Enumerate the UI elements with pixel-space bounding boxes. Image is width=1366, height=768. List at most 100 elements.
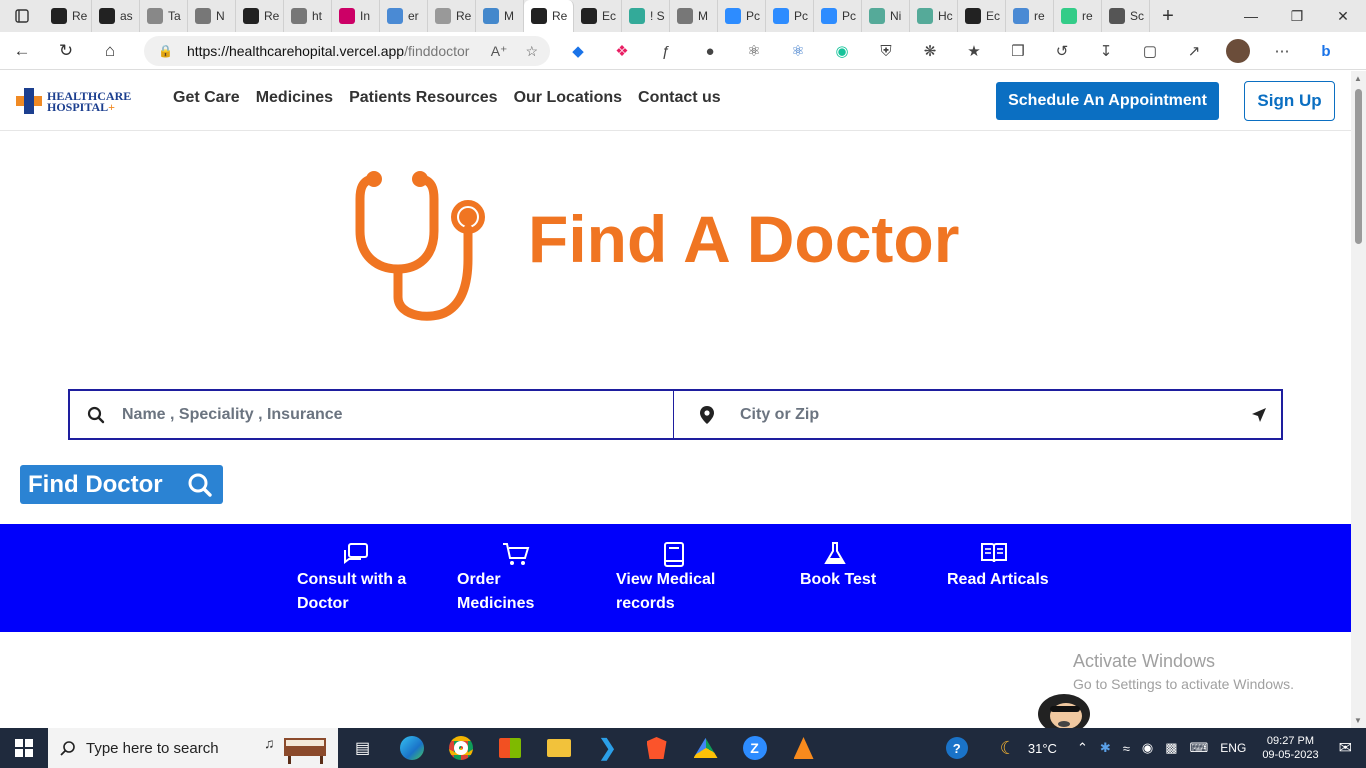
new-tab-button[interactable]: +	[1150, 5, 1186, 28]
sign-up-button[interactable]: Sign Up	[1244, 81, 1335, 121]
doctor-search-input[interactable]	[122, 391, 673, 438]
browser-tab[interactable]: Re	[44, 0, 92, 32]
browser-tab[interactable]: Ec	[574, 0, 622, 32]
collections-icon[interactable]: ❒	[996, 42, 1040, 60]
browser-tab[interactable]: ht	[284, 0, 332, 32]
browser-tab[interactable]: Pc	[766, 0, 814, 32]
refresh-button[interactable]: ↻	[44, 32, 88, 70]
tab-actions-icon[interactable]	[0, 0, 44, 32]
quick-link-medicines[interactable]: Order Medicines	[457, 542, 577, 616]
extension-shield-icon[interactable]: ⛨	[864, 43, 908, 60]
screenshot-icon[interactable]: ▢	[1128, 42, 1172, 60]
back-button[interactable]: ←	[0, 32, 44, 70]
help-icon[interactable]: ?	[940, 737, 974, 759]
extensions-puzzle-icon[interactable]: ❋	[908, 42, 952, 60]
extension-fx-icon[interactable]: ƒ	[644, 43, 688, 60]
keyboard-icon[interactable]: ⌨	[1184, 740, 1215, 756]
nav-link-our-locations[interactable]: Our Locations	[514, 89, 622, 107]
windows-start-icon[interactable]	[0, 728, 48, 768]
extension-circle-icon[interactable]: ●	[688, 43, 732, 60]
address-bar[interactable]: 🔒 https://healthcarehopital.vercel.app/f…	[144, 36, 550, 66]
read-aloud-icon[interactable]: A⁺	[491, 43, 508, 60]
quick-link-consult[interactable]: Consult with a Doctor	[297, 542, 417, 616]
browser-tab-label: Sc	[1130, 9, 1145, 23]
bluetooth-icon[interactable]: ✱	[1094, 740, 1117, 756]
extension-grammarly-icon[interactable]: ◉	[820, 42, 864, 60]
vscode-icon[interactable]: ❯	[583, 728, 632, 768]
close-window-button[interactable]: ✕	[1320, 0, 1366, 32]
weather-moon-icon[interactable]: ☾	[974, 738, 1022, 759]
battery-icon[interactable]: ▩	[1159, 740, 1183, 756]
browser-tab[interactable]: M	[476, 0, 524, 32]
nav-link-contact-us[interactable]: Contact us	[638, 89, 721, 107]
bing-chat-icon[interactable]: b	[1304, 43, 1348, 60]
schedule-appointment-button[interactable]: Schedule An Appointment	[996, 82, 1219, 120]
location-input[interactable]	[740, 391, 1237, 438]
locate-me-icon[interactable]	[1237, 407, 1281, 423]
extension-atom-icon[interactable]: ⚛	[776, 42, 820, 60]
more-options-icon[interactable]: ⋯	[1260, 42, 1304, 60]
taskbar-clock[interactable]: 09:27 PM 09-05-2023	[1252, 734, 1328, 762]
browser-tab[interactable]: Re	[236, 0, 284, 32]
browser-tab[interactable]: In	[332, 0, 380, 32]
restore-button[interactable]: ❐	[1274, 0, 1320, 32]
browser-tab[interactable]: N	[188, 0, 236, 32]
favorites-icon[interactable]: ★	[952, 42, 996, 60]
history-icon[interactable]: ↺	[1040, 42, 1084, 60]
browser-tab[interactable]: Ta	[140, 0, 188, 32]
browser-tab[interactable]: M	[670, 0, 718, 32]
scrollbar-thumb[interactable]	[1355, 89, 1362, 244]
find-doctor-button[interactable]: Find Doctor	[20, 465, 223, 504]
downloads-icon[interactable]: ↧	[1084, 42, 1128, 60]
page-scrollbar[interactable]: ▲ ▼	[1351, 71, 1366, 728]
react-icon	[531, 8, 547, 24]
browser-tab[interactable]: Ec	[958, 0, 1006, 32]
brave-icon[interactable]	[632, 728, 681, 768]
share-icon[interactable]: ↗	[1172, 42, 1216, 60]
browser-tab[interactable]: Re✕	[524, 0, 574, 32]
store-icon[interactable]	[485, 728, 534, 768]
edge-icon[interactable]	[387, 728, 436, 768]
hospital-logo[interactable]: HEALTHCARE HOSPITAL+	[14, 86, 134, 116]
quick-link-medical-records[interactable]: View Medical records	[616, 542, 736, 616]
browser-tab[interactable]: as	[92, 0, 140, 32]
task-view-icon[interactable]: ▤	[338, 728, 387, 768]
quick-link-articles[interactable]: Read Articals	[947, 542, 1049, 592]
browser-tab[interactable]: Re	[428, 0, 476, 32]
google-drive-icon[interactable]	[681, 728, 730, 768]
extension-color-icon[interactable]: ❖	[600, 42, 644, 60]
browser-tab[interactable]: Pc	[718, 0, 766, 32]
taskbar-search-box[interactable]: Type here to search ♫	[48, 728, 338, 768]
vlc-icon[interactable]	[779, 728, 828, 768]
browser-tab[interactable]: Ni	[862, 0, 910, 32]
chrome-icon[interactable]	[436, 728, 485, 768]
file-explorer-icon[interactable]	[534, 728, 583, 768]
browser-tab[interactable]: er	[380, 0, 428, 32]
browser-tab[interactable]: Sc	[1102, 0, 1150, 32]
camera-icon[interactable]: ◉	[1136, 740, 1159, 756]
nav-link-medicines[interactable]: Medicines	[256, 89, 333, 107]
minimize-button[interactable]: —	[1228, 0, 1274, 32]
weather-temperature[interactable]: 31°C	[1022, 741, 1063, 756]
home-button[interactable]: ⌂	[88, 32, 132, 70]
browser-tab[interactable]: Hc	[910, 0, 958, 32]
extension-react-icon[interactable]: ⚛	[732, 42, 776, 60]
browser-tab[interactable]: ! S	[622, 0, 670, 32]
scroll-down-arrow-icon[interactable]: ▼	[1354, 716, 1362, 725]
nav-link-get-care[interactable]: Get Care	[173, 89, 240, 107]
notifications-icon[interactable]: ✉	[1329, 738, 1366, 758]
language-indicator[interactable]: ENG	[1214, 741, 1252, 755]
browser-tab[interactable]: Pc	[814, 0, 862, 32]
wifi-icon[interactable]: ≈	[1117, 741, 1136, 756]
extension-drop-icon[interactable]: ◆	[556, 42, 600, 60]
favorite-star-icon[interactable]: ☆	[525, 43, 538, 60]
show-hidden-icons-icon[interactable]: ⌃	[1063, 740, 1094, 756]
browser-tab[interactable]: re	[1006, 0, 1054, 32]
zoom-icon[interactable]: Z	[730, 728, 779, 768]
github-icon	[965, 8, 981, 24]
browser-tab[interactable]: re	[1054, 0, 1102, 32]
quick-link-book-test[interactable]: Book Test	[800, 542, 876, 592]
scroll-up-arrow-icon[interactable]: ▲	[1354, 74, 1362, 83]
nav-link-patients-resources[interactable]: Patients Resources	[349, 89, 498, 107]
profile-avatar[interactable]	[1216, 39, 1260, 63]
